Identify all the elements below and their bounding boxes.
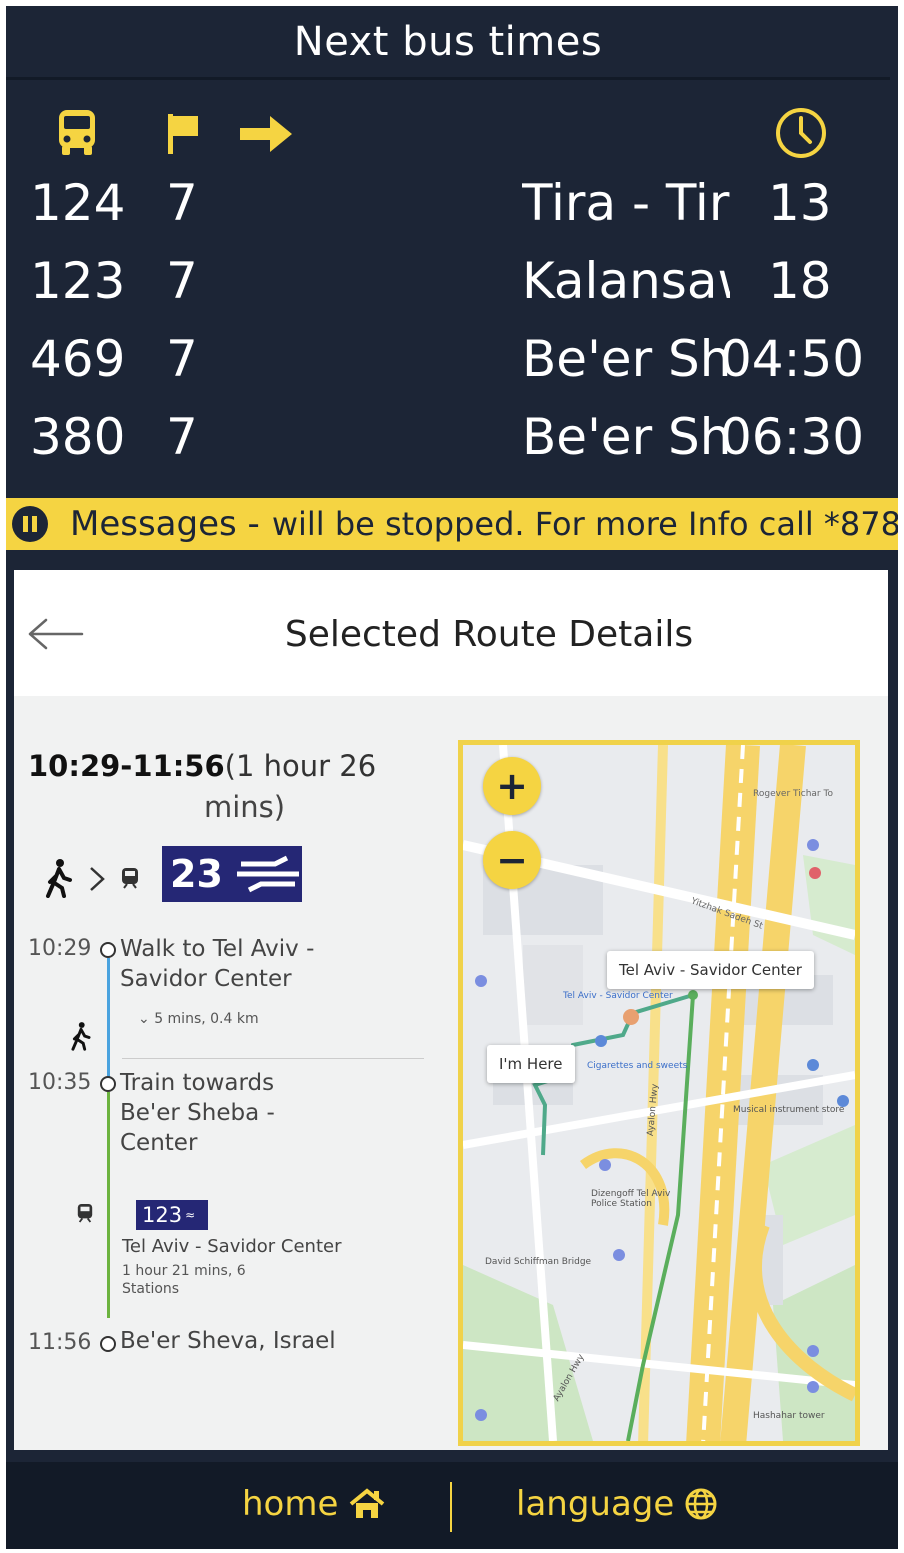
app-frame: Next bus times 124 7 Tira - Tir 13 123 7… xyxy=(6,6,898,1549)
bus-row: 469 7 Be'er Sheva 04:50 xyxy=(6,330,890,406)
route-details-panel: Selected Route Details 10:29-11:56(1 hou… xyxy=(14,570,888,1450)
home-label: home xyxy=(242,1484,339,1524)
step-time: 10:29 xyxy=(28,936,92,961)
map-label: Cigarettes and sweets xyxy=(587,1061,688,1071)
bus-row: 124 7 Tira - Tira 13 xyxy=(6,174,890,250)
zoom-in-button[interactable]: + xyxy=(483,757,541,815)
bus-row: 123 7 Kalansawe 18 xyxy=(6,252,890,328)
globe-icon xyxy=(685,1488,717,1520)
walk-icon xyxy=(46,859,72,898)
route-title: Selected Route Details xyxy=(284,614,694,655)
language-button[interactable]: language xyxy=(516,1484,718,1524)
bus-board: 124 7 Tira - Tira 13 123 7 Kalansawe 18 … xyxy=(6,86,890,496)
bus-line-number: 124 xyxy=(30,174,126,232)
chevron-right-icon xyxy=(90,867,105,891)
bus-line-number: 380 xyxy=(30,408,126,466)
page-title: Next bus times xyxy=(293,18,603,65)
bus-platform: 7 xyxy=(166,174,198,232)
step-destination: Be'er Sheva, Israel xyxy=(120,1328,336,1354)
bus-time: 04:50 xyxy=(720,330,865,388)
bus-destination: Be'er Sheva xyxy=(522,330,730,388)
step-train-detail-line: 1 hour 21 mins, 6 xyxy=(122,1263,246,1279)
map-label: Dizengoff Tel Aviv Police Station xyxy=(591,1189,671,1209)
chevron-down-icon[interactable]: ⌄ xyxy=(138,1011,150,1027)
timeline-dot xyxy=(100,1336,116,1352)
pause-icon[interactable] xyxy=(12,506,48,542)
step-train-detail: 1 hour 21 mins, 6 Stations xyxy=(122,1262,246,1298)
step-train-title: Train towards Be'er Sheba - Center xyxy=(120,1068,275,1158)
step-walk-line: Walk to Tel Aviv - xyxy=(120,936,315,962)
language-label: language xyxy=(516,1484,675,1524)
bus-destination: Be'er Sheva xyxy=(522,408,730,466)
step-walk-detail: ⌄ 5 mins, 0.4 km xyxy=(138,1010,259,1028)
bus-time: 18 xyxy=(768,252,832,310)
route-summary: 10:29-11:56(1 hour 26 xyxy=(28,742,428,790)
route-duration: (1 hour 26 xyxy=(224,749,377,783)
train-segment xyxy=(107,1092,110,1318)
route-map[interactable]: + − Tel Aviv - Savidor Center I'm Here R… xyxy=(458,740,860,1446)
footer-divider xyxy=(450,1482,452,1532)
train-icon xyxy=(77,1204,93,1223)
bus-platform: 7 xyxy=(166,252,198,310)
bus-row: 380 7 Be'er Sheva 06:30 xyxy=(6,408,890,484)
bus-platform: 7 xyxy=(166,330,198,388)
step-divider xyxy=(122,1058,424,1059)
step-walk-title: Walk to Tel Aviv - Savidor Center xyxy=(120,934,314,994)
timeline-dot xyxy=(100,942,116,958)
ticker-label: Messages - xyxy=(70,504,260,544)
map-popup-here[interactable]: I'm Here xyxy=(487,1045,575,1083)
bus-icon xyxy=(59,110,95,155)
bus-time: 06:30 xyxy=(720,408,865,466)
step-walk-detail-text: 5 mins, 0.4 km xyxy=(154,1011,259,1027)
route-chip: 23 xyxy=(162,846,302,902)
board-icon-row xyxy=(6,108,890,158)
step-time: 11:56 xyxy=(28,1330,92,1355)
bus-platform: 7 xyxy=(166,408,198,466)
map-label: Hashahar tower xyxy=(753,1411,825,1421)
home-button[interactable]: home xyxy=(242,1484,386,1524)
messages-ticker: Messages - will be stopped. For more Inf… xyxy=(6,498,898,550)
arrow-right-icon xyxy=(240,116,292,152)
israel-railways-icon: ≈ xyxy=(185,1208,196,1222)
step-train-line: Train towards xyxy=(120,1070,275,1096)
flag-icon xyxy=(168,114,198,154)
step-train-line: Be'er Sheba - xyxy=(120,1100,275,1126)
israel-railways-icon xyxy=(236,855,299,893)
map-label: Musical instrument store xyxy=(733,1105,845,1115)
walk-segment xyxy=(107,958,110,1078)
step-train-station: Tel Aviv - Savidor Center xyxy=(122,1236,342,1257)
step-train-detail-line: Stations xyxy=(122,1281,180,1297)
map-label: Rogever Tichar To xyxy=(753,789,833,799)
bus-line-number: 469 xyxy=(30,330,126,388)
map-popup-station[interactable]: Tel Aviv - Savidor Center xyxy=(607,951,814,989)
walk-icon xyxy=(71,1022,91,1051)
map-label: David Schiffman Bridge xyxy=(485,1257,592,1267)
timeline-dot xyxy=(100,1076,116,1092)
zoom-out-button[interactable]: − xyxy=(483,831,541,889)
home-icon xyxy=(350,1488,385,1518)
bus-time: 13 xyxy=(768,174,832,232)
bus-destination: Kalansawe xyxy=(522,252,730,310)
train-icon xyxy=(122,868,138,889)
bus-line-number: 123 xyxy=(30,252,126,310)
footer-bar: home language xyxy=(6,1462,898,1549)
bus-destination: Tira - Tira xyxy=(522,174,730,232)
step-walk-line: Savidor Center xyxy=(120,966,292,992)
route-header: Selected Route Details xyxy=(14,570,888,696)
train-number-chip: 123 ≈ xyxy=(136,1200,208,1230)
route-time-range: 10:29-11:56 xyxy=(28,749,225,783)
step-time: 10:35 xyxy=(28,1070,92,1095)
header-bar: Next bus times xyxy=(6,6,890,80)
map-label: Tel Aviv - Savidor Center xyxy=(563,991,673,1001)
train-number: 123 xyxy=(142,1203,183,1227)
route-chip-number: 23 xyxy=(170,852,223,896)
ticker-message: will be stopped. For more Info call *878… xyxy=(271,505,898,543)
clock-icon xyxy=(776,108,826,158)
route-duration-cont: mins) xyxy=(204,790,286,824)
step-train-line: Center xyxy=(120,1130,198,1156)
